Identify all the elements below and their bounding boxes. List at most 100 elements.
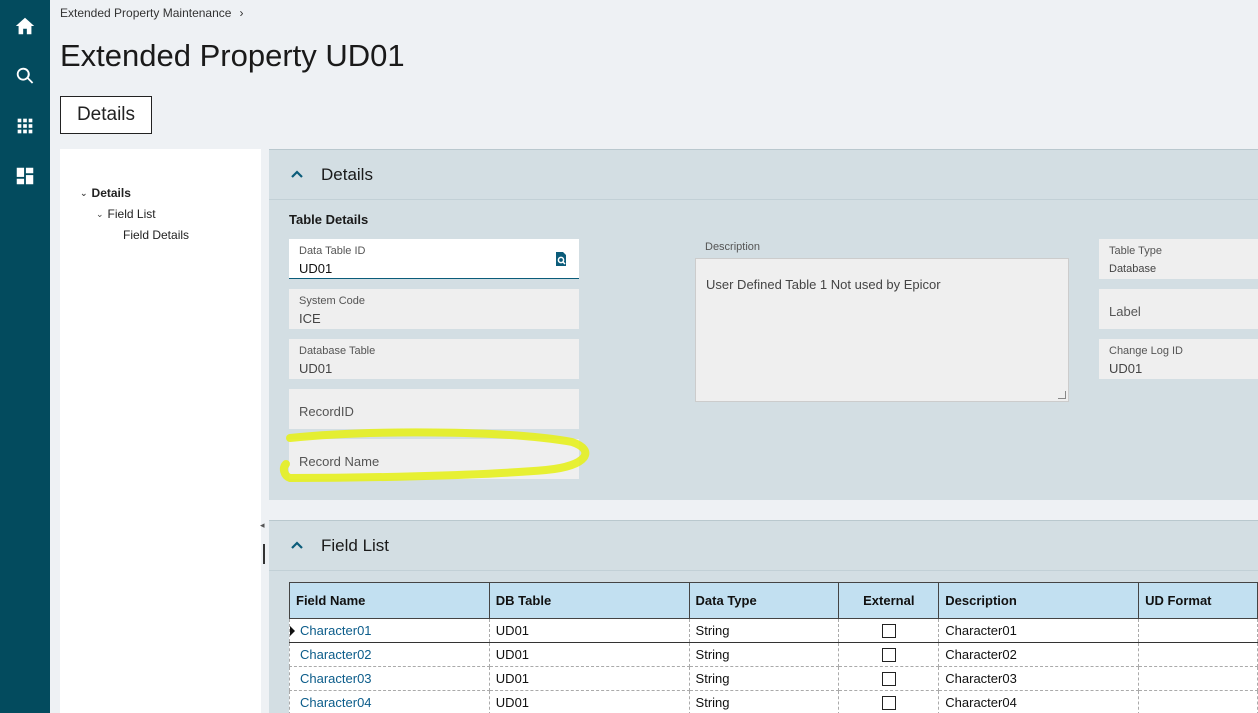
dashboard-button[interactable] [0, 156, 50, 196]
column-header-external[interactable]: External [838, 582, 940, 619]
cell-ud-format [1138, 642, 1258, 667]
external-checkbox[interactable] [881, 624, 896, 639]
tree-item-label: Field Details [123, 228, 190, 242]
cell-db-table: UD01 [488, 618, 690, 643]
field-label: Table Type [1109, 245, 1163, 257]
dashboard-icon [16, 167, 34, 185]
cell-data-type: String [688, 690, 840, 713]
database-table-field[interactable]: Database Table UD01 [289, 339, 579, 379]
table-type-field[interactable]: Table Type Database [1099, 239, 1258, 279]
field-list-grid: Field Name DB Table Data Type External D… [289, 582, 1258, 713]
search-button[interactable] [0, 56, 50, 96]
external-checkbox[interactable] [881, 672, 896, 687]
cell-ud-format [1138, 690, 1258, 713]
column-header-field-name[interactable]: Field Name [289, 582, 490, 619]
field-placeholder: Record Name [299, 454, 380, 469]
field-name-link[interactable]: Character02 [289, 642, 490, 667]
field-placeholder: RecordID [299, 404, 354, 419]
chevron-up-icon[interactable] [289, 166, 305, 182]
field-label: System Code [299, 295, 366, 307]
resize-grip-icon[interactable] [1058, 391, 1066, 399]
system-code-field[interactable]: System Code ICE [289, 289, 579, 329]
cell-data-type: String [688, 666, 840, 691]
field-label: Change Log ID [1109, 345, 1183, 357]
cell-ud-format [1138, 666, 1258, 691]
record-id-field[interactable]: RecordID [289, 389, 579, 429]
details-panel-title: Details [321, 165, 373, 184]
field-list-panel-title: Field List [321, 536, 390, 555]
field-value: Database [1109, 263, 1157, 275]
breadcrumb-separator-icon: › [239, 6, 244, 20]
cell-external [838, 690, 940, 713]
cell-ud-format [1138, 618, 1258, 643]
cell-db-table: UD01 [488, 642, 690, 667]
chevron-down-icon: ⌄ [96, 208, 104, 219]
table-row[interactable]: Character04 UD01 String Character04 [289, 690, 1258, 713]
cell-description: Character01 [938, 618, 1140, 643]
row-selected-icon [290, 626, 295, 636]
cell-description: Character04 [938, 690, 1140, 713]
tree-item-label: Field List [107, 207, 156, 221]
field-label: Database Table [299, 345, 376, 357]
description-textarea[interactable]: User Defined Table 1 Not used by Epicor [695, 258, 1069, 402]
column-header-data-type[interactable]: Data Type [688, 582, 840, 619]
home-icon [15, 17, 35, 35]
tree-item-label: Details [91, 186, 131, 200]
column-header-db-table[interactable]: DB Table [488, 582, 690, 619]
cell-data-type: String [688, 642, 840, 667]
field-placeholder: Label [1109, 304, 1141, 319]
cell-external [838, 618, 940, 643]
label-field[interactable]: Label [1099, 289, 1258, 329]
table-row[interactable]: Character02 UD01 String Character02 [289, 642, 1258, 667]
collapse-left-icon[interactable]: ◂ [260, 520, 265, 531]
change-log-id-field[interactable]: Change Log ID UD01 [1099, 339, 1258, 379]
field-value: UD01 [1109, 361, 1143, 376]
table-row[interactable]: Character01 UD01 String Character01 [289, 618, 1258, 643]
home-button[interactable] [0, 6, 50, 46]
details-panel: Details Table Details Data Table ID UD01… [269, 149, 1258, 500]
field-list-panel-header: Field List [269, 521, 1258, 571]
cell-external [838, 642, 940, 667]
field-value: ICE [299, 311, 321, 326]
field-name-link[interactable]: Character04 [289, 690, 490, 713]
field-name-link[interactable]: Character01 [289, 618, 490, 643]
page-title: Extended Property UD01 [60, 38, 405, 73]
cell-text: Character01 [300, 623, 372, 638]
external-checkbox[interactable] [881, 648, 896, 663]
tree-item-field-details[interactable]: Field Details [123, 228, 189, 242]
cell-description: Character02 [938, 642, 1140, 667]
chevron-down-icon: ⌄ [80, 187, 88, 198]
field-value: UD01 [299, 261, 333, 276]
breadcrumb-item[interactable]: Extended Property Maintenance [60, 6, 231, 20]
column-header-description[interactable]: Description [938, 582, 1140, 619]
data-table-id-field[interactable]: Data Table ID UD01 [289, 239, 579, 279]
breadcrumb: Extended Property Maintenance › [60, 6, 243, 20]
record-name-field[interactable]: Record Name [289, 439, 579, 479]
cell-data-type: String [688, 618, 840, 643]
field-name-link[interactable]: Character03 [289, 666, 490, 691]
cell-external [838, 666, 940, 691]
table-row[interactable]: Character03 UD01 String Character03 [289, 666, 1258, 691]
external-checkbox[interactable] [881, 696, 896, 711]
cell-db-table: UD01 [488, 666, 690, 691]
panel-splitter[interactable] [263, 544, 265, 564]
apps-button[interactable] [0, 106, 50, 146]
column-header-ud-format[interactable]: UD Format [1138, 582, 1258, 619]
lookup-search-icon[interactable] [553, 251, 569, 267]
field-value: UD01 [299, 361, 333, 376]
tree-item-details[interactable]: ⌄ Details [80, 186, 131, 200]
cell-description: Character03 [938, 666, 1140, 691]
tree-item-field-list[interactable]: ⌄ Field List [96, 207, 156, 221]
tab-details[interactable]: Details [60, 96, 152, 134]
description-value: User Defined Table 1 Not used by Epicor [706, 277, 941, 292]
apps-grid-icon [17, 118, 33, 134]
chevron-up-icon[interactable] [289, 537, 305, 553]
grid-header-row: Field Name DB Table Data Type External D… [289, 582, 1258, 619]
left-nav-rail [0, 0, 50, 713]
details-panel-header: Details [269, 150, 1258, 200]
search-icon [16, 67, 34, 84]
cell-db-table: UD01 [488, 690, 690, 713]
tree-nav: ⌄ Details ⌄ Field List Field Details [60, 149, 261, 713]
field-label: Data Table ID [299, 245, 366, 257]
description-label: Description [705, 241, 761, 253]
